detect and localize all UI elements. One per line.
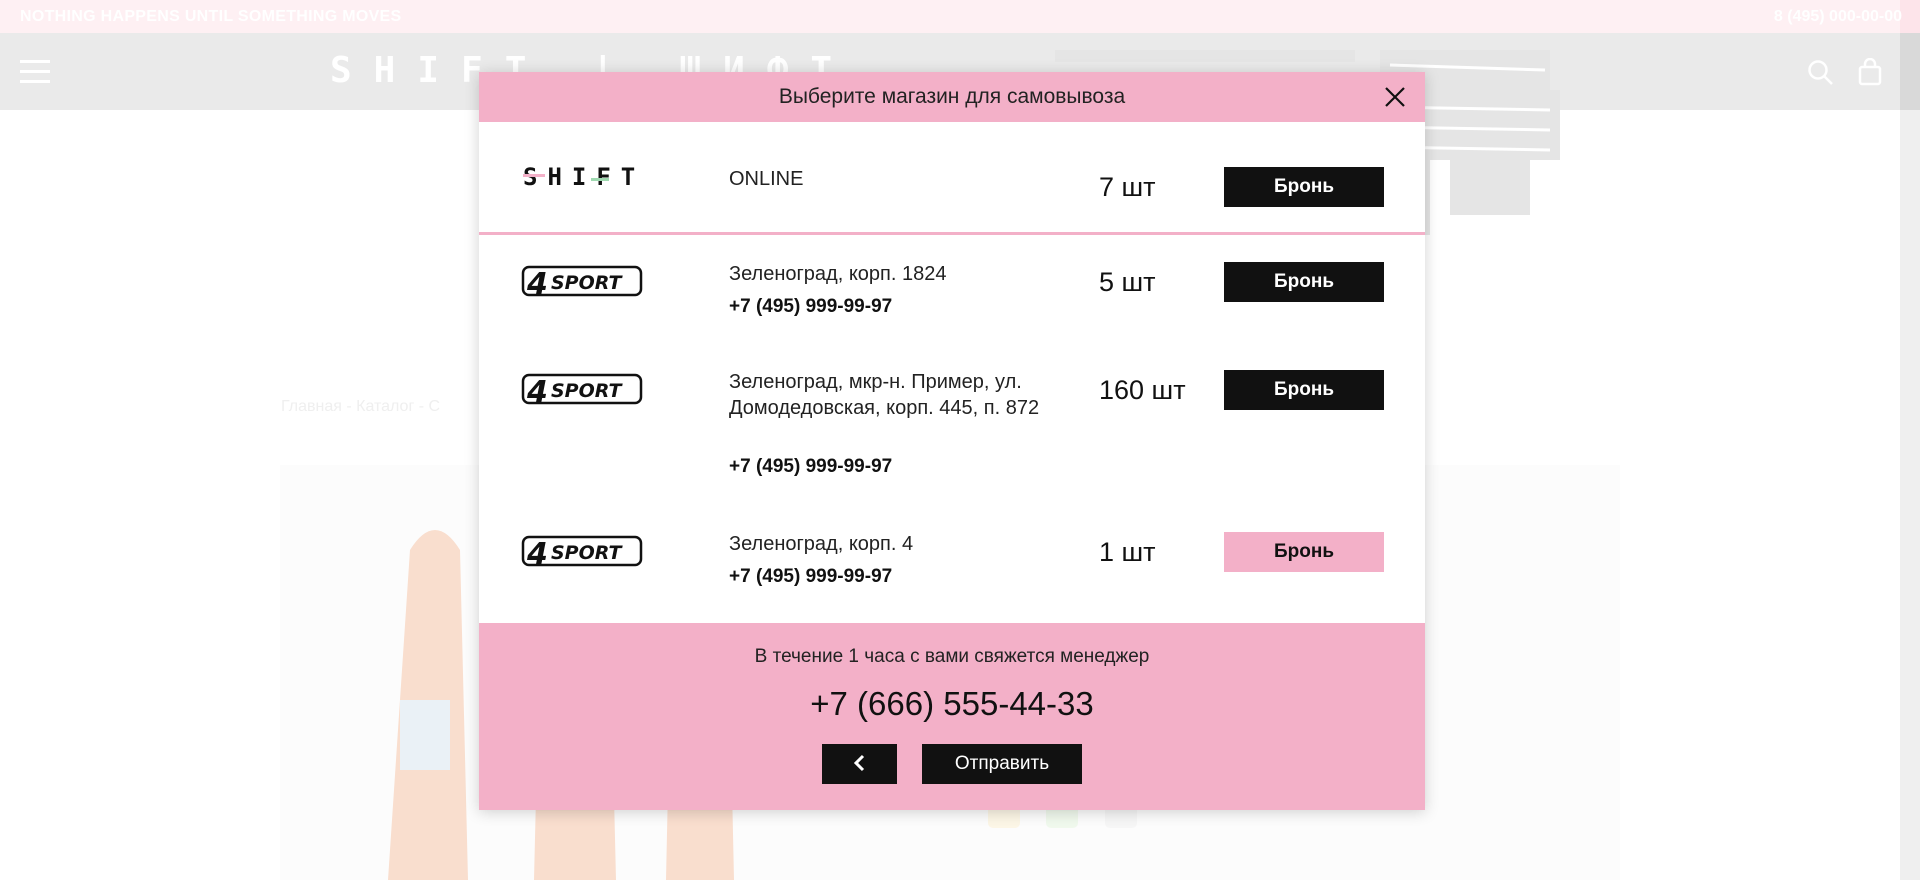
svg-text:4: 4 bbox=[526, 537, 548, 569]
store-address: Зеленоград, корп. 1824 bbox=[729, 263, 947, 285]
store-phone[interactable]: +7 (495) 999-99-97 bbox=[729, 456, 892, 478]
store-row: 4 SPORT Зеленоград, корп. 4 +7 (495) 999… bbox=[479, 505, 1425, 615]
modal-title: Выберите магазин для самовывоза bbox=[479, 72, 1425, 122]
store-quantity: 5 шт bbox=[1099, 267, 1156, 297]
store-address: ONLINE bbox=[729, 168, 804, 190]
store-row: 4 SPORT Зеленоград, мкр-н. Пример, ул. Д… bbox=[479, 343, 1425, 505]
shift-logo: SHIFT bbox=[523, 164, 635, 190]
back-button[interactable] bbox=[822, 744, 897, 784]
scrollbar-track[interactable] bbox=[1900, 110, 1920, 880]
store-quantity: 160 шт bbox=[1099, 375, 1186, 405]
reserve-button[interactable]: Бронь bbox=[1224, 262, 1384, 302]
close-icon[interactable] bbox=[1383, 85, 1407, 109]
svg-text:4: 4 bbox=[526, 267, 548, 299]
svg-text:4: 4 bbox=[526, 375, 548, 407]
pickup-store-modal: Выберите магазин для самовывоза SHIFT ON… bbox=[479, 72, 1425, 810]
chevron-left-icon bbox=[853, 754, 864, 771]
4sport-logo: 4 SPORT bbox=[521, 373, 643, 407]
store-phone[interactable]: +7 (495) 999-99-97 bbox=[729, 296, 892, 318]
store-row: SHIFT ONLINE 7 шт Бронь bbox=[479, 122, 1425, 235]
reserve-button-selected[interactable]: Бронь bbox=[1224, 532, 1384, 572]
store-address: Зеленоград, корп. 4 bbox=[729, 533, 914, 555]
store-quantity: 1 шт bbox=[1099, 537, 1156, 567]
4sport-logo: 4 SPORT bbox=[521, 535, 643, 569]
send-button[interactable]: Отправить bbox=[922, 744, 1082, 784]
reserve-button[interactable]: Бронь bbox=[1224, 370, 1384, 410]
svg-text:SPORT: SPORT bbox=[551, 272, 624, 294]
store-quantity: 7 шт bbox=[1099, 172, 1156, 202]
reserve-button[interactable]: Бронь bbox=[1224, 167, 1384, 207]
store-address: Зеленоград, мкр-н. Пример, ул. Домодедов… bbox=[729, 371, 1040, 419]
modal-footer: В течение 1 часа с вами свяжется менедже… bbox=[479, 623, 1425, 810]
svg-text:SPORT: SPORT bbox=[551, 380, 624, 402]
contact-phone[interactable]: +7 (666) 555-44-33 bbox=[479, 685, 1425, 723]
store-phone[interactable]: +7 (495) 999-99-97 bbox=[729, 566, 892, 588]
manager-callback-note: В течение 1 часа с вами свяжется менедже… bbox=[754, 646, 1150, 667]
store-row: 4 SPORT Зеленоград, корп. 1824 +7 (495) … bbox=[479, 235, 1425, 343]
4sport-logo: 4 SPORT bbox=[521, 265, 643, 299]
svg-text:SPORT: SPORT bbox=[551, 542, 624, 564]
